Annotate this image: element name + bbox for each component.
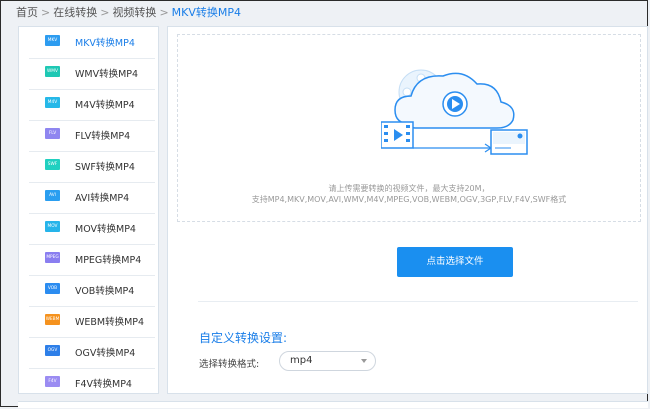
avi-file-icon: AVI bbox=[45, 190, 60, 201]
sidebar-item-avi[interactable]: AVI AVI转换MP4 bbox=[29, 182, 155, 214]
flv-file-icon: FLV bbox=[45, 128, 60, 139]
mkv-file-icon: MKV bbox=[45, 35, 60, 46]
ogv-file-icon: OGV bbox=[45, 345, 60, 356]
sidebar-item-vob[interactable]: VOB VOB转换MP4 bbox=[29, 275, 155, 307]
sidebar-item-ogv[interactable]: OGV OGV转换MP4 bbox=[29, 337, 155, 369]
breadcrumb-video-convert[interactable]: 视频转换 bbox=[112, 6, 156, 19]
breadcrumb: 首页 > 在线转换 > 视频转换 > MKV转换MP4 bbox=[16, 4, 241, 20]
format-select-value: mp4 bbox=[290, 355, 313, 366]
select-file-button[interactable]: 点击选择文件 bbox=[397, 247, 513, 277]
mov-file-icon: MOV bbox=[45, 221, 60, 232]
sidebar-item-f4v[interactable]: F4V F4V转换MP4 bbox=[29, 368, 155, 399]
chevron-down-icon bbox=[361, 359, 367, 363]
file-dropzone[interactable]: 请上传需要转换的视频文件，最大支持20M， 支持MP4,MKV,MOV,AVI,… bbox=[177, 34, 641, 222]
breadcrumb-separator: > bbox=[41, 6, 51, 19]
webm-file-icon: WEBM bbox=[45, 314, 60, 325]
sidebar-item-label: MOV转换MP4 bbox=[75, 224, 136, 235]
sidebar-item-label: SWF转换MP4 bbox=[75, 162, 135, 173]
breadcrumb-separator: > bbox=[159, 6, 169, 19]
wmv-file-icon: WMV bbox=[45, 66, 60, 77]
mpeg-file-icon: MPEG bbox=[45, 252, 60, 263]
sidebar-item-label: WMV转换MP4 bbox=[75, 69, 139, 80]
sidebar-item-label: OGV转换MP4 bbox=[75, 348, 136, 359]
section-divider bbox=[198, 301, 638, 302]
vob-file-icon: VOB bbox=[45, 283, 60, 294]
breadcrumb-home[interactable]: 首页 bbox=[16, 6, 38, 19]
sidebar-item-label: VOB转换MP4 bbox=[75, 286, 135, 297]
sidebar-item-label: WEBM转换MP4 bbox=[75, 317, 145, 328]
format-select[interactable]: mp4 bbox=[279, 351, 376, 371]
sidebar-item-flv[interactable]: FLV FLV转换MP4 bbox=[29, 120, 155, 152]
settings-title: 自定义转换设置: bbox=[199, 331, 288, 345]
sidebar-item-swf[interactable]: SWF SWF转换MP4 bbox=[29, 151, 155, 183]
upload-hint-formats: 支持MP4,MKV,MOV,AVI,WMV,M4V,MPEG,VOB,WEBM,… bbox=[251, 195, 567, 204]
main-panel: 请上传需要转换的视频文件，最大支持20M， 支持MP4,MKV,MOV,AVI,… bbox=[167, 26, 648, 394]
breadcrumb-separator: > bbox=[100, 6, 110, 19]
sidebar-item-label: MKV转换MP4 bbox=[75, 38, 135, 49]
sidebar-item-mkv[interactable]: MKV MKV转换MP4 bbox=[29, 27, 155, 59]
sidebar-item-wmv[interactable]: WMV WMV转换MP4 bbox=[29, 58, 155, 90]
sidebar-item-webm[interactable]: WEBM WEBM转换MP4 bbox=[29, 306, 155, 338]
sidebar-item-mov[interactable]: MOV MOV转换MP4 bbox=[29, 213, 155, 245]
breadcrumb-online-convert[interactable]: 在线转换 bbox=[53, 6, 97, 19]
f4v-file-icon: F4V bbox=[45, 376, 60, 387]
sidebar-item-label: FLV转换MP4 bbox=[75, 131, 131, 142]
m4v-file-icon: M4V bbox=[45, 97, 60, 108]
cloud-video-upload-icon bbox=[381, 69, 528, 155]
bottom-panel-edge bbox=[18, 401, 648, 408]
format-label: 选择转换格式: bbox=[199, 359, 260, 370]
sidebar-item-label: MPEG转换MP4 bbox=[75, 255, 142, 266]
sidebar-item-label: M4V转换MP4 bbox=[75, 100, 135, 111]
breadcrumb-current: MKV转换MP4 bbox=[171, 6, 242, 19]
sidebar-item-m4v[interactable]: M4V M4V转换MP4 bbox=[29, 89, 155, 121]
sidebar-item-mpeg[interactable]: MPEG MPEG转换MP4 bbox=[29, 244, 155, 276]
sidebar-item-label: AVI转换MP4 bbox=[75, 193, 130, 204]
sidebar-item-label: F4V转换MP4 bbox=[75, 379, 132, 390]
upload-hint-size: 请上传需要转换的视频文件，最大支持20M， bbox=[328, 184, 490, 193]
swf-file-icon: SWF bbox=[45, 159, 60, 170]
format-sidebar: MKV MKV转换MP4 WMV WMV转换MP4 M4V M4V转换MP4 F… bbox=[18, 26, 159, 394]
